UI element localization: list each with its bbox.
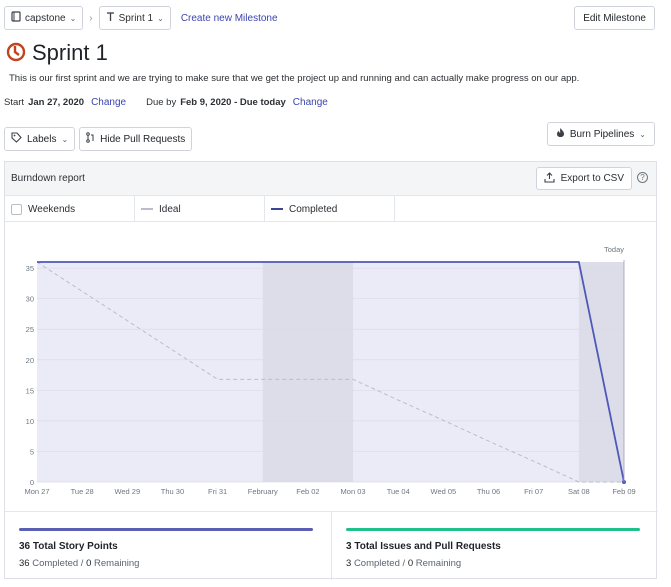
chevron-down-icon: ⌄ [61, 134, 69, 144]
story-points-bar [19, 528, 313, 531]
breadcrumb: capstone ⌄ › Sprint 1 ⌄ Create new Miles… [4, 6, 278, 30]
milestone-description: This is our first sprint and we are tryi… [9, 73, 580, 84]
chevron-down-icon: ⌄ [157, 13, 164, 23]
milestone-dates: Start Jan 27, 2020 Change Due by Feb 9, … [4, 97, 328, 108]
x-tick-label: Thu 06 [477, 487, 500, 496]
flame-icon [556, 127, 565, 141]
legend-completed[interactable]: Completed [265, 196, 395, 222]
chevron-down-icon: ⌄ [639, 129, 646, 139]
x-tick-label: Fri 07 [524, 487, 543, 496]
milestone-title: Sprint 1 [32, 40, 108, 65]
stats-footer: 36 Total Story Points 36 Completed / 0 R… [5, 511, 658, 580]
x-tick-label: Thu 30 [161, 487, 184, 496]
burn-pipelines-label: Burn Pipelines [569, 128, 635, 140]
legend-ideal[interactable]: Ideal [135, 196, 265, 222]
tag-icon [11, 132, 22, 146]
export-icon [544, 171, 555, 186]
story-points-completed: 36 [19, 558, 30, 569]
repo-icon [11, 11, 21, 25]
burndown-chart: 0 5 10 15 20 25 30 35 Mon 27 Tue 28 Wed 29 Thu 30 Fr… [5, 223, 658, 505]
weekend-band [262, 262, 354, 482]
page-title: Sprint 1 [6, 40, 108, 66]
create-milestone-link[interactable]: Create new Milestone [181, 13, 278, 24]
due-label: Due by [146, 97, 177, 108]
chart-legend: Weekends Ideal Completed [5, 196, 656, 222]
labels-button[interactable]: Labels ⌄ [4, 127, 76, 151]
x-tick-label: Mon 27 [24, 487, 49, 496]
filter-bar: Labels ⌄ Hide Pull Requests [4, 127, 193, 151]
pull-request-icon [86, 132, 95, 146]
story-points-summary: 36 Completed / 0 Remaining [19, 558, 139, 569]
export-csv-button[interactable]: Export to CSV [535, 167, 632, 190]
milestone-pin-icon [106, 11, 115, 25]
issues-title: 3 Total Issues and Pull Requests [346, 541, 501, 552]
weekends-checkbox[interactable] [11, 203, 22, 215]
y-tick-label: 5 [30, 447, 34, 456]
legend-ideal-label: Ideal [159, 203, 181, 215]
issues-summary: 3 Completed / 0 Remaining [346, 558, 461, 569]
x-tick-label: Tue 04 [387, 487, 410, 496]
y-tick-label: 15 [26, 386, 34, 395]
y-tick-label: 35 [26, 264, 34, 273]
burndown-panel: Burndown report Export to CSV ? Weekends… [4, 161, 658, 580]
hide-pull-requests-button[interactable]: Hide Pull Requests [79, 127, 193, 151]
story-points-title: 36 Total Story Points [19, 541, 118, 552]
x-tick-label: Mon 03 [341, 487, 366, 496]
x-tick-label: Wed 05 [431, 487, 457, 496]
story-points-remaining-label: Remaining [94, 558, 140, 569]
milestone-icon [6, 42, 26, 65]
issues-completed: 3 [346, 558, 352, 569]
story-points-remaining: 0 [86, 558, 92, 569]
x-tick-label: Fri 31 [208, 487, 227, 496]
issues-bar [346, 528, 640, 531]
y-tick-label: 30 [26, 295, 34, 304]
repo-name: capstone [25, 12, 66, 24]
burndown-title: Burndown report [11, 173, 85, 184]
legend-weekends-label: Weekends [28, 203, 76, 215]
issues-remaining: 0 [407, 558, 414, 569]
edit-milestone-button[interactable]: Edit Milestone [574, 6, 655, 30]
chevron-down-icon: ⌄ [69, 13, 77, 23]
issues-remaining-label: Remaining [415, 558, 462, 569]
completed-swatch [271, 208, 283, 210]
due-date: Feb 9, 2020 - Due today [180, 97, 286, 108]
x-tick-label: Sat 08 [568, 487, 590, 496]
help-icon[interactable]: ? [637, 172, 648, 183]
x-tick-label: Feb 02 [296, 487, 319, 496]
milestone-selector[interactable]: Sprint 1 ⌄ [98, 6, 171, 30]
burndown-chart-svg: 0 5 10 15 20 25 30 35 Mon 27 Tue 28 Wed 29 Thu 30 Fr… [24, 245, 635, 496]
story-points-stat: 36 Total Story Points 36 Completed / 0 R… [5, 512, 331, 580]
y-tick-label: 20 [26, 356, 34, 365]
x-tick-label: Wed 29 [114, 487, 140, 496]
y-tick-label: 25 [26, 325, 34, 334]
x-tick-label: February [248, 487, 278, 496]
labels-button-label: Labels [27, 133, 57, 145]
issues-completed-label: Completed / [353, 558, 406, 569]
y-tick-label: 10 [26, 417, 34, 426]
burn-pipelines-button[interactable]: Burn Pipelines ⌄ [546, 122, 655, 146]
change-due-link[interactable]: Change [293, 97, 328, 108]
export-csv-label: Export to CSV [560, 173, 624, 184]
burndown-header: Burndown report Export to CSV ? [5, 162, 656, 196]
start-label: Start [4, 97, 25, 108]
breadcrumb-separator-icon: › [89, 12, 93, 24]
story-points-completed-label: Completed / [32, 558, 84, 569]
repo-selector[interactable]: capstone ⌄ [4, 6, 84, 30]
today-label: Today [604, 245, 624, 254]
x-tick-label: Tue 28 [71, 487, 94, 496]
ideal-swatch [141, 208, 153, 210]
legend-weekends[interactable]: Weekends [5, 196, 135, 222]
change-start-link[interactable]: Change [91, 97, 126, 108]
hide-pull-requests-label: Hide Pull Requests [100, 133, 186, 145]
x-tick-label: Feb 09 [612, 487, 635, 496]
start-date: Jan 27, 2020 [28, 97, 85, 108]
legend-completed-label: Completed [289, 203, 338, 215]
y-tick-label: 0 [30, 478, 34, 487]
issues-stat: 3 Total Issues and Pull Requests 3 Compl… [331, 512, 658, 580]
milestone-name: Sprint 1 [118, 12, 154, 24]
